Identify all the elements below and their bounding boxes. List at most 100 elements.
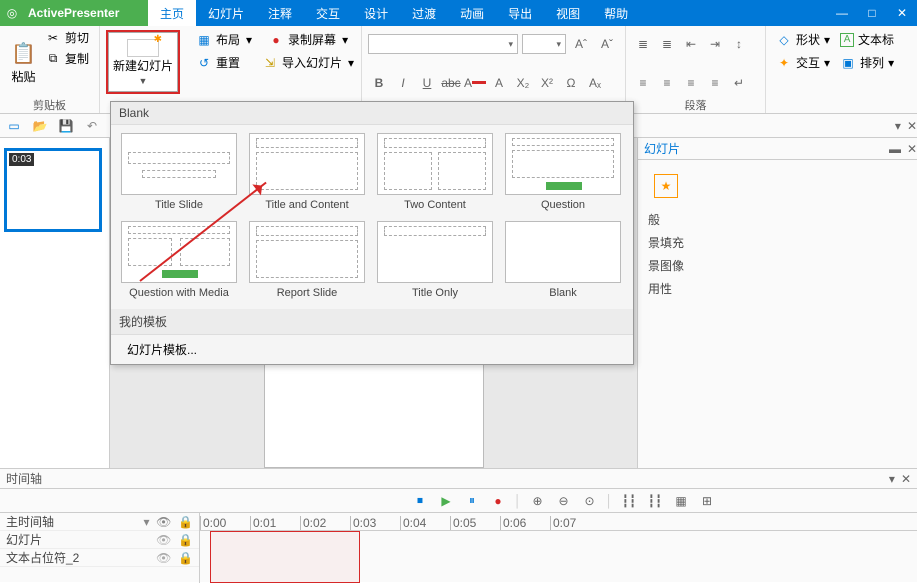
- text-button[interactable]: A文本标: [836, 30, 898, 49]
- minimize-button[interactable]: —: [827, 0, 857, 26]
- paste-button[interactable]: 📋 粘贴: [6, 28, 41, 97]
- symbol-button[interactable]: Ω: [560, 73, 582, 93]
- maximize-button[interactable]: □: [857, 0, 887, 26]
- tab-slides[interactable]: 幻灯片: [196, 0, 256, 26]
- linespace-button[interactable]: ↕: [728, 34, 750, 54]
- timeline-track[interactable]: 幻灯片 👁 🔒: [0, 531, 199, 549]
- reset-button[interactable]: ↺重置 ⇲导入幻灯片▾: [192, 53, 358, 72]
- prop-row[interactable]: 般: [646, 208, 909, 231]
- numbering-button[interactable]: ≣: [656, 34, 678, 54]
- clipboard-group-label: 剪贴板: [6, 97, 93, 113]
- layout-two-content[interactable]: Two Content: [371, 131, 499, 219]
- play-button[interactable]: ▶: [436, 492, 456, 510]
- arrange-button[interactable]: ▣排列▾: [836, 53, 898, 72]
- font-size-combo[interactable]: [522, 34, 566, 54]
- grid-button[interactable]: ▦: [671, 492, 691, 510]
- layout-button[interactable]: ▦布局▾ ●录制屏幕▾: [192, 30, 358, 49]
- zoom-fit-button[interactable]: ⊙: [580, 492, 600, 510]
- import-icon: ⇲: [262, 55, 278, 71]
- shrink-font-button[interactable]: Aˇ: [596, 34, 618, 54]
- tab-interact[interactable]: 交互: [304, 0, 352, 26]
- paragraph-group-label: 段落: [632, 97, 759, 113]
- align-center-button[interactable]: ≡: [656, 73, 678, 93]
- record-icon: ●: [268, 32, 284, 48]
- indent-button[interactable]: ⇥: [704, 34, 726, 54]
- cut-icon: ✂: [45, 30, 61, 46]
- timeline-track[interactable]: 文本占位符_2 👁 🔒: [0, 549, 199, 567]
- shape-button[interactable]: ◇形状▾: [772, 30, 834, 49]
- tab-home[interactable]: 主页: [148, 0, 196, 26]
- justify-button[interactable]: ≡: [704, 73, 726, 93]
- timeline-main-row[interactable]: 主时间轴 ▾ 👁 🔒: [0, 513, 199, 531]
- close-props-icon[interactable]: ✕: [907, 142, 917, 156]
- new-file-button[interactable]: ▭: [4, 117, 24, 135]
- arrange-icon: ▣: [840, 55, 856, 71]
- prop-row[interactable]: 景填充: [646, 231, 909, 254]
- save-button[interactable]: 💾: [56, 117, 76, 135]
- grid2-button[interactable]: ⊞: [697, 492, 717, 510]
- undo-button[interactable]: ↶: [82, 117, 102, 135]
- tab-anim[interactable]: 动画: [448, 0, 496, 26]
- close-panel-icon[interactable]: ✕: [907, 119, 917, 133]
- collapse-icon[interactable]: ▾: [895, 119, 901, 133]
- interact-icon: ✦: [776, 55, 792, 71]
- pin-icon[interactable]: ▬: [889, 142, 901, 156]
- zoom-out-button[interactable]: ⊖: [554, 492, 574, 510]
- bullets-button[interactable]: ≣: [632, 34, 654, 54]
- stop-button[interactable]: ⏹: [410, 492, 430, 510]
- interact-button[interactable]: ✦交互▾: [772, 53, 834, 72]
- highlight-button[interactable]: A: [488, 73, 510, 93]
- tab-annot[interactable]: 注释: [256, 0, 304, 26]
- layout-blank[interactable]: Blank: [499, 219, 627, 307]
- close-timeline-icon[interactable]: ✕: [901, 472, 911, 486]
- layout-report-slide[interactable]: Report Slide: [243, 219, 371, 307]
- align-right-button[interactable]: ≡: [680, 73, 702, 93]
- tab-design[interactable]: 设计: [352, 0, 400, 26]
- close-button[interactable]: ✕: [887, 0, 917, 26]
- align-left-button[interactable]: ≡: [632, 73, 654, 93]
- superscript-button[interactable]: X²: [536, 73, 558, 93]
- font-color-button[interactable]: A: [464, 73, 486, 93]
- slide-template-menu[interactable]: 幻灯片模板...: [111, 335, 633, 364]
- clear-format-button[interactable]: Aₓ: [584, 73, 606, 93]
- color-chip-icon: [472, 81, 486, 84]
- playhead-region[interactable]: [210, 531, 360, 583]
- tab-help[interactable]: 帮助: [592, 0, 640, 26]
- underline-button[interactable]: U: [416, 73, 438, 93]
- copy-icon: ⧉: [45, 51, 61, 67]
- pin-icon[interactable]: ▾: [889, 472, 895, 486]
- bold-button[interactable]: B: [368, 73, 390, 93]
- tab-view[interactable]: 视图: [544, 0, 592, 26]
- strike-button[interactable]: abc: [440, 73, 462, 93]
- record-tl-button[interactable]: ●: [488, 492, 508, 510]
- zoom-in-button[interactable]: ⊕: [528, 492, 548, 510]
- shape-icon: ◇: [776, 32, 792, 48]
- pause-button[interactable]: ⏸: [462, 492, 482, 510]
- popup-section-blank: Blank: [111, 102, 633, 125]
- prop-row[interactable]: 用性: [646, 277, 909, 300]
- open-file-button[interactable]: 📂: [30, 117, 50, 135]
- direction-button[interactable]: ↵: [728, 73, 750, 93]
- font-family-combo[interactable]: [368, 34, 518, 54]
- copy-button[interactable]: ⧉复制: [41, 49, 93, 68]
- prop-row[interactable]: 景图像: [646, 254, 909, 277]
- grow-font-button[interactable]: Aˆ: [570, 34, 592, 54]
- new-slide-button[interactable]: 新建幻灯片 ▼: [106, 30, 180, 94]
- cut-button[interactable]: ✂剪切: [41, 28, 93, 47]
- outdent-button[interactable]: ⇤: [680, 34, 702, 54]
- layout-title-only[interactable]: Title Only: [371, 219, 499, 307]
- tab-export[interactable]: 导出: [496, 0, 544, 26]
- slide-thumbnail[interactable]: 0:03: [4, 148, 102, 232]
- popup-section-mytpl: 我的模板: [111, 309, 633, 335]
- layout-icon: ▦: [196, 32, 212, 48]
- layout-title-slide[interactable]: Title Slide: [115, 131, 243, 219]
- snap2-button[interactable]: ┇┇: [645, 492, 665, 510]
- layout-question[interactable]: Question: [499, 131, 627, 219]
- snap-button[interactable]: ┇┇: [619, 492, 639, 510]
- subscript-button[interactable]: X₂: [512, 73, 534, 93]
- italic-button[interactable]: I: [392, 73, 414, 93]
- timeline-ruler[interactable]: 0:00 0:01 0:02 0:03 0:04 0:05 0:06 0:07: [200, 513, 917, 583]
- star-icon[interactable]: ★: [654, 174, 678, 198]
- layout-question-media[interactable]: Question with Media: [115, 219, 243, 307]
- tab-transition[interactable]: 过渡: [400, 0, 448, 26]
